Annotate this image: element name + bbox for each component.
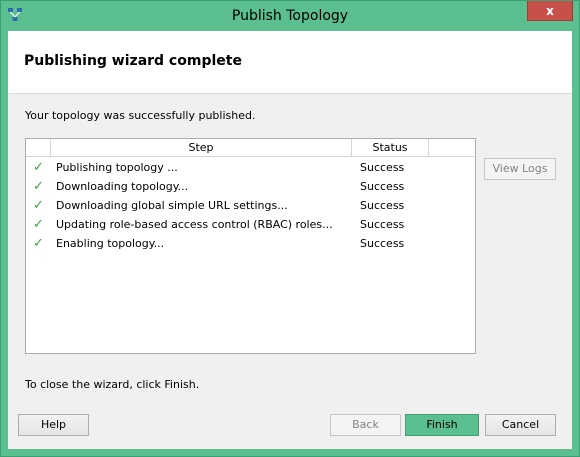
wizard-header: Publishing wizard complete bbox=[8, 31, 572, 94]
check-icon: ✓ bbox=[33, 217, 44, 232]
column-header-step[interactable]: Step bbox=[51, 139, 352, 157]
check-icon: ✓ bbox=[33, 236, 44, 251]
table-row[interactable]: ✓ Downloading topology... Success bbox=[26, 177, 475, 196]
grid-header: Step Status bbox=[26, 139, 475, 157]
table-row[interactable]: ✓ Updating role-based access control (RB… bbox=[26, 215, 475, 234]
steps-grid[interactable]: Step Status ✓ Publishing topology ... Su… bbox=[25, 138, 476, 354]
step-label: Enabling topology... bbox=[56, 237, 165, 250]
check-icon: ✓ bbox=[33, 198, 44, 213]
step-label: Updating role-based access control (RBAC… bbox=[56, 218, 333, 231]
help-button[interactable]: Help bbox=[18, 414, 89, 436]
window-title: Publish Topology bbox=[231, 8, 349, 24]
grid-header-icon-cell bbox=[26, 139, 51, 157]
page-title: Publishing wizard complete bbox=[24, 53, 242, 69]
close-button[interactable]: x bbox=[527, 1, 573, 21]
status-label: Success bbox=[360, 237, 405, 250]
back-button[interactable]: Back bbox=[330, 414, 401, 436]
success-message: Your topology was successfully published… bbox=[25, 109, 256, 122]
status-label: Success bbox=[360, 161, 405, 174]
step-label: Downloading global simple URL settings..… bbox=[56, 199, 288, 212]
table-row[interactable]: ✓ Publishing topology ... Success bbox=[26, 158, 475, 177]
status-label: Success bbox=[360, 180, 405, 193]
column-header-status[interactable]: Status bbox=[352, 139, 429, 157]
status-label: Success bbox=[360, 218, 405, 231]
footer-hint: To close the wizard, click Finish. bbox=[25, 378, 200, 391]
table-row[interactable]: ✓ Enabling topology... Success bbox=[26, 234, 475, 253]
status-label: Success bbox=[360, 199, 405, 212]
step-label: Publishing topology ... bbox=[56, 161, 178, 174]
wizard-window: Publish Topology x Publishing wizard com… bbox=[0, 0, 580, 457]
title-bar[interactable]: Publish Topology x bbox=[1, 1, 579, 31]
table-row[interactable]: ✓ Downloading global simple URL settings… bbox=[26, 196, 475, 215]
grid-header-filler bbox=[429, 139, 474, 157]
close-icon: x bbox=[546, 4, 554, 18]
check-icon: ✓ bbox=[33, 160, 44, 175]
view-logs-button[interactable]: View Logs bbox=[484, 158, 556, 180]
check-icon: ✓ bbox=[33, 179, 44, 194]
step-label: Downloading topology... bbox=[56, 180, 189, 193]
wizard-content: Publishing wizard complete Your topology… bbox=[8, 31, 572, 449]
cancel-button[interactable]: Cancel bbox=[485, 414, 556, 436]
finish-button[interactable]: Finish bbox=[405, 414, 479, 436]
